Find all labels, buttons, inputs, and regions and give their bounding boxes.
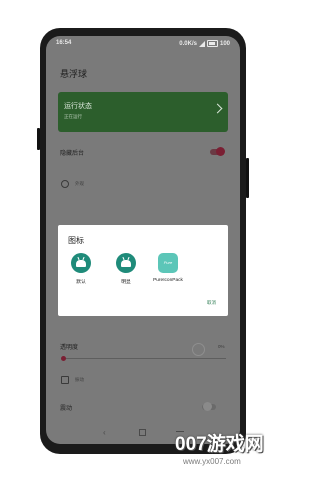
android-icon [116,253,136,273]
icon-option-label: 明显 [121,280,131,285]
power-button [246,158,249,198]
status-bar: 16:54 0.0K/s 100 [46,36,240,50]
battery-level: 100 [219,40,230,47]
back-icon[interactable]: ‹ [103,428,106,437]
cancel-button[interactable]: 取消 [207,300,216,306]
status-indicators: 0.0K/s 100 [179,40,230,47]
vibration-toggle[interactable] [202,402,216,411]
battery-icon [206,40,218,47]
watermark-logo-text: 007游戏网 [175,434,264,455]
icon-option-label: PureIconPack [153,278,183,283]
toggle-knob [216,147,225,156]
run-status-subtitle: 正在运行 [64,114,82,119]
icon-option-obvious[interactable]: 明显 [106,253,146,285]
appearance-section-label: 外观 [75,181,84,186]
volume-button [37,128,40,150]
palette-icon [61,180,69,188]
home-icon[interactable] [139,429,146,436]
hide-background-label: 隐藏后台 [60,151,85,157]
run-status-card[interactable]: 运行状态 正在运行 [58,92,228,132]
icon-option-default[interactable]: 默认 [61,253,101,285]
signal-icon [198,40,205,47]
phone-frame: 16:54 0.0K/s 100 悬浮球 运行状态 正在运行 隐藏后台 外观 高… [37,28,249,454]
run-status-title: 运行状态 [64,103,92,110]
vibration-icon [61,376,69,384]
toggle-knob [203,402,212,411]
status-time: 16:54 [56,40,72,46]
transparency-slider-thumb[interactable] [61,356,66,361]
pure-icon-text: Pure [163,260,173,265]
icon-option-label: 默认 [76,280,86,285]
vibration-label: 震动 [60,406,73,412]
transparency-label: 透明度 [60,345,79,351]
android-icon [71,253,91,273]
dialog-title: 图标 [68,236,84,245]
transparency-slider-track[interactable] [62,358,226,359]
pure-icon: Pure [158,253,178,273]
transparency-value: 0% [218,344,225,349]
network-speed: 0.0K/s [179,40,197,47]
icon-dialog: 图标 默认 明显 Pure PureIconPack 取消 [58,225,228,316]
icon-option-pureiconpack[interactable]: Pure PureIconPack [148,253,188,283]
watermark-url: www.yx007.com [183,457,241,466]
page-title: 悬浮球 [60,69,88,79]
transparency-preview-icon [192,343,205,356]
vibration-section-label: 振动 [75,377,84,382]
chevron-right-icon [212,103,223,114]
screen: 16:54 0.0K/s 100 悬浮球 运行状态 正在运行 隐藏后台 外观 高… [46,36,240,444]
hide-background-toggle[interactable] [210,147,225,156]
